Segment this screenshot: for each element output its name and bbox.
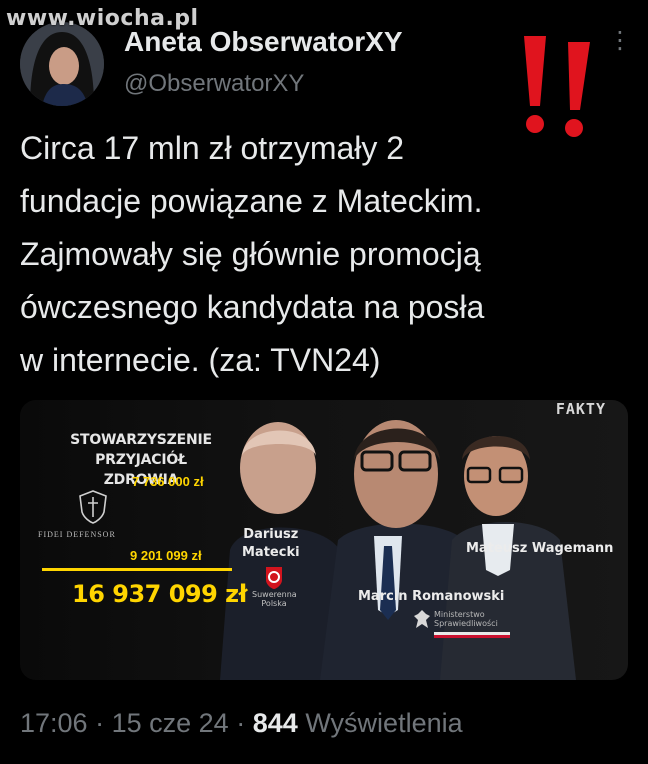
org2-name: FIDEI DEFENSOR	[38, 530, 116, 539]
flag-red-stripe	[434, 635, 510, 638]
avatar-image	[20, 22, 104, 106]
tweet-media-image[interactable]: FAKTY STOWARZYSZENIE PRZYJACIÓŁ ZDROWIA …	[20, 400, 628, 680]
party-shield-icon	[266, 567, 282, 589]
meta-separator: ·	[236, 708, 246, 738]
channel-logo: FAKTY	[555, 400, 606, 418]
views-label[interactable]: Wyświetlenia	[305, 708, 462, 738]
org2-amount: 9 201 099 zł	[130, 548, 202, 563]
org1-amount: 7 736 000 zł	[132, 474, 204, 489]
tweet-meta: 17:06 · 15 cze 24 · 844 Wyświetlenia	[20, 708, 463, 739]
eagle-emblem-icon	[414, 610, 430, 628]
party-logo: Suwerenna Polska	[252, 566, 297, 612]
ministry-logo: Ministerstwo Sprawiedliwości	[412, 608, 512, 642]
tweet-text: Circa 17 mln zł otrzymały 2 fundacje pow…	[20, 130, 485, 378]
tweet-date[interactable]: 15 cze 24	[112, 708, 229, 738]
party-name: Suwerenna Polska	[252, 590, 297, 608]
total-amount: 16 937 099 zł	[72, 580, 248, 608]
person3-label: Mateusz Wagemann	[466, 541, 614, 556]
person2-label: Marcin Romanowski	[358, 589, 505, 604]
avatar[interactable]	[20, 22, 104, 106]
watermark: www.wiocha.pl	[6, 6, 199, 31]
more-options-icon[interactable]: ⋮	[608, 29, 632, 66]
ministry-name: Ministerstwo Sprawiedliwości	[434, 610, 498, 628]
person1-label: Dariusz Matecki	[242, 527, 300, 560]
meta-separator: ·	[95, 708, 105, 738]
shield-icon	[79, 490, 107, 524]
author-handle[interactable]: @ObserwatorXY	[124, 70, 304, 98]
views-count[interactable]: 844	[253, 708, 298, 738]
sum-divider	[42, 568, 232, 571]
tweet-time[interactable]: 17:06	[20, 708, 88, 738]
